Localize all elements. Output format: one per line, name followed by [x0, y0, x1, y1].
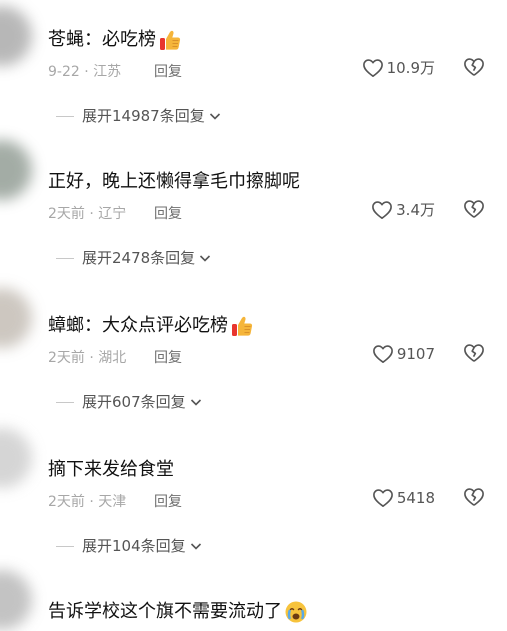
- dislike-button[interactable]: [463, 343, 485, 367]
- like-button[interactable]: 9107: [372, 344, 435, 364]
- comment-meta: 2天前 · 天津: [48, 494, 127, 510]
- broken-heart-icon: [464, 58, 484, 76]
- reply-button[interactable]: 回复: [154, 349, 182, 367]
- avatar[interactable]: [0, 288, 32, 348]
- broken-heart-icon: [464, 344, 484, 362]
- like-count: 10.9万: [386, 59, 435, 77]
- like-button[interactable]: 3.4万: [371, 200, 435, 220]
- comment-meta: 2天前 · 湖北: [48, 350, 127, 366]
- broken-heart-icon: [464, 200, 484, 218]
- expand-replies-button[interactable]: 展开607条回复: [56, 392, 203, 412]
- expand-replies-button[interactable]: 展开14987条回复: [56, 106, 222, 126]
- dislike-button[interactable]: [463, 487, 485, 511]
- like-count: 5418: [396, 489, 435, 507]
- chevron-down-icon: [190, 543, 201, 550]
- divider: [56, 401, 74, 403]
- comment-text: 摘下来发给食堂: [48, 459, 174, 480]
- like-count: 9107: [396, 345, 435, 363]
- comment-text-row: 正好，晚上还懒得拿毛巾擦脚呢: [48, 170, 300, 194]
- heart-icon: [372, 489, 393, 507]
- heart-icon: [362, 59, 383, 77]
- thumbs-up-icon: [230, 314, 254, 338]
- heart-icon: [372, 201, 393, 219]
- comment-text: 正好，晚上还懒得拿毛巾擦脚呢: [48, 171, 300, 192]
- broken-heart-icon: [464, 488, 484, 506]
- avatar[interactable]: [0, 570, 32, 630]
- expand-replies-button[interactable]: 展开104条回复: [56, 536, 203, 556]
- avatar[interactable]: [0, 6, 32, 66]
- expand-replies-button[interactable]: 展开2478条回复: [56, 248, 212, 268]
- divider: [56, 257, 74, 259]
- like-count: 3.4万: [396, 201, 435, 219]
- chevron-down-icon: [190, 399, 201, 406]
- comment-meta: 9-22 · 江苏: [48, 64, 122, 80]
- comment-text-row: 摘下来发给食堂: [48, 458, 174, 482]
- comment-text: 苍蝇：必吃榜: [48, 29, 156, 50]
- comment-text: 告诉学校这个旗不需要流动了: [48, 601, 282, 622]
- reply-button[interactable]: 回复: [154, 205, 182, 223]
- avatar[interactable]: [0, 428, 32, 488]
- expand-replies-label: 展开607条回复: [82, 393, 186, 411]
- heart-icon: [372, 345, 393, 363]
- dislike-button[interactable]: [463, 57, 485, 81]
- dislike-button[interactable]: [463, 199, 485, 223]
- comment-meta: 2天前 · 辽宁: [48, 206, 127, 222]
- like-button[interactable]: 5418: [372, 488, 435, 508]
- thumbs-up-icon: [158, 28, 182, 52]
- crying-face-icon: [284, 600, 308, 624]
- reply-button[interactable]: 回复: [154, 493, 182, 511]
- comment-text: 蟑螂：大众点评必吃榜: [48, 315, 228, 336]
- comment-text-row: 蟑螂：大众点评必吃榜: [48, 314, 254, 338]
- comment-text-row: 告诉学校这个旗不需要流动了: [48, 600, 308, 624]
- comment-list: 苍蝇：必吃榜 9-22 · 江苏 回复 10.9万 展开14987条回复 正好，…: [0, 0, 507, 631]
- divider: [56, 545, 74, 547]
- avatar[interactable]: [0, 140, 32, 200]
- reply-button[interactable]: 回复: [154, 63, 182, 81]
- chevron-down-icon: [209, 113, 220, 120]
- expand-replies-label: 展开104条回复: [82, 537, 186, 555]
- expand-replies-label: 展开2478条回复: [82, 249, 196, 267]
- like-button[interactable]: 10.9万: [362, 58, 435, 78]
- expand-replies-label: 展开14987条回复: [82, 107, 205, 125]
- divider: [56, 115, 74, 117]
- comment-text-row: 苍蝇：必吃榜: [48, 28, 182, 52]
- chevron-down-icon: [200, 255, 211, 262]
